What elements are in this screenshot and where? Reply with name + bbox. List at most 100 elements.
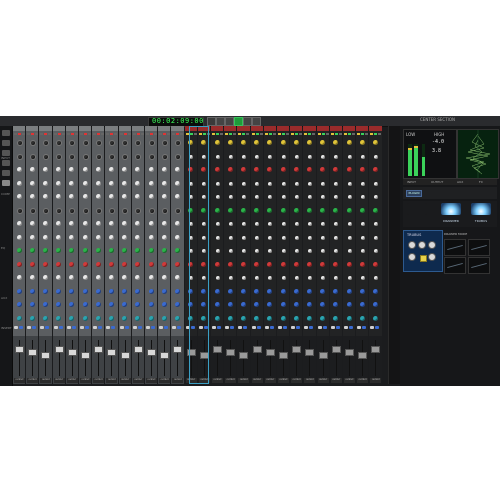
channel-knob[interactable] xyxy=(214,153,221,160)
channel-knob[interactable] xyxy=(16,302,22,307)
channel-knob[interactable] xyxy=(240,275,247,281)
channel-knob[interactable] xyxy=(359,167,365,172)
home-icon[interactable] xyxy=(2,130,10,136)
channel-knob[interactable] xyxy=(254,153,261,160)
status-led[interactable] xyxy=(344,133,347,135)
channel-knob[interactable] xyxy=(108,288,114,294)
channel-knob[interactable] xyxy=(214,221,221,227)
status-led[interactable] xyxy=(282,133,285,135)
plugin-button[interactable]: PLUGIN xyxy=(406,190,422,197)
channel-knob[interactable] xyxy=(29,275,35,280)
fader-handle[interactable] xyxy=(292,346,302,353)
channel-knob[interactable] xyxy=(122,275,128,280)
mute-button[interactable] xyxy=(330,326,335,329)
status-led[interactable] xyxy=(304,133,308,135)
status-led[interactable] xyxy=(321,133,325,135)
mute-button[interactable] xyxy=(27,326,32,329)
channel-knob[interactable] xyxy=(201,140,207,145)
channel-knob[interactable] xyxy=(320,261,326,267)
channel-knob[interactable] xyxy=(201,275,208,281)
grid-icon[interactable] xyxy=(2,180,10,186)
status-led[interactable] xyxy=(40,133,44,135)
status-led[interactable] xyxy=(80,133,83,135)
status-led[interactable] xyxy=(352,133,355,135)
channel-knob[interactable] xyxy=(135,140,142,146)
channel-knob[interactable] xyxy=(320,315,326,321)
mute-button[interactable] xyxy=(304,326,309,329)
channel-knob[interactable] xyxy=(16,315,22,321)
fader-handle[interactable] xyxy=(160,352,170,359)
channel-knob[interactable] xyxy=(42,167,48,172)
eq-toggle-button[interactable] xyxy=(420,255,427,262)
channel-knob[interactable] xyxy=(227,261,233,267)
mute-button[interactable] xyxy=(40,326,45,329)
channel-knob[interactable] xyxy=(214,207,220,213)
fast-forward-button[interactable] xyxy=(225,117,234,126)
status-led[interactable] xyxy=(206,133,210,135)
channel-knob[interactable] xyxy=(148,261,154,267)
channel-knob[interactable] xyxy=(293,248,300,254)
channel-knob[interactable] xyxy=(372,194,379,200)
channel-knob[interactable] xyxy=(280,153,287,160)
channel-knob[interactable] xyxy=(188,194,195,200)
mute-button[interactable] xyxy=(132,326,137,329)
channel-knob[interactable] xyxy=(240,221,247,227)
fader-handle[interactable] xyxy=(213,346,223,353)
channel-knob[interactable] xyxy=(42,302,48,307)
channel-knob[interactable] xyxy=(214,167,220,172)
channel-knob[interactable] xyxy=(148,288,154,294)
channel-knob[interactable] xyxy=(148,140,155,146)
channel-knob[interactable] xyxy=(320,207,326,213)
channel-knob[interactable] xyxy=(148,207,155,214)
channel-knob[interactable] xyxy=(227,153,234,160)
solo-button[interactable] xyxy=(243,326,248,329)
channel-knob[interactable] xyxy=(214,248,221,254)
status-led[interactable] xyxy=(361,133,365,135)
channel-header[interactable] xyxy=(79,126,92,131)
channel-knob[interactable] xyxy=(320,167,326,172)
channel-knob[interactable] xyxy=(293,288,299,294)
channel-header[interactable] xyxy=(343,126,356,131)
fader-handle[interactable] xyxy=(94,346,104,353)
channel-header[interactable] xyxy=(13,126,26,131)
eq-knob-gain[interactable] xyxy=(428,253,436,261)
status-led[interactable] xyxy=(106,133,110,135)
channel-knob[interactable] xyxy=(306,180,313,187)
mute-button[interactable] xyxy=(291,326,296,329)
channel-knob[interactable] xyxy=(227,302,233,307)
channel-knob[interactable] xyxy=(95,167,101,172)
mute-button[interactable] xyxy=(119,326,124,329)
channel-header[interactable] xyxy=(184,126,197,131)
status-led[interactable] xyxy=(61,133,65,135)
fader-handle[interactable] xyxy=(186,349,196,356)
channel-knob[interactable] xyxy=(267,194,274,200)
channel-knob[interactable] xyxy=(346,261,352,267)
solo-button[interactable] xyxy=(296,326,301,329)
channel-knob[interactable] xyxy=(82,248,88,253)
solo-button[interactable] xyxy=(190,326,195,329)
channel-knob[interactable] xyxy=(29,261,35,267)
channel-knob[interactable] xyxy=(293,275,300,281)
channel-knob[interactable] xyxy=(346,302,352,307)
solo-button[interactable] xyxy=(177,326,182,329)
channel-knob[interactable] xyxy=(135,288,141,294)
solo-button[interactable] xyxy=(124,326,129,329)
channel-knob[interactable] xyxy=(29,153,36,160)
channel-knob[interactable] xyxy=(135,261,141,267)
channel-knob[interactable] xyxy=(188,261,194,267)
status-led[interactable] xyxy=(330,133,334,135)
status-led[interactable] xyxy=(185,133,189,135)
channel-knob[interactable] xyxy=(254,288,260,294)
channel-knob[interactable] xyxy=(69,167,75,172)
channel-knob[interactable] xyxy=(240,315,246,321)
channel-knob[interactable] xyxy=(174,288,180,294)
channel-knob[interactable] xyxy=(108,180,114,186)
solo-button[interactable] xyxy=(19,326,23,329)
channel-name[interactable]: OUTPUT xyxy=(172,378,184,383)
solo-button[interactable] xyxy=(85,326,89,329)
channel-knob[interactable] xyxy=(16,248,22,253)
channel-knob[interactable] xyxy=(56,140,63,146)
channel-knob[interactable] xyxy=(56,302,62,307)
status-led[interactable] xyxy=(70,133,74,135)
channel-knob[interactable] xyxy=(227,315,233,321)
